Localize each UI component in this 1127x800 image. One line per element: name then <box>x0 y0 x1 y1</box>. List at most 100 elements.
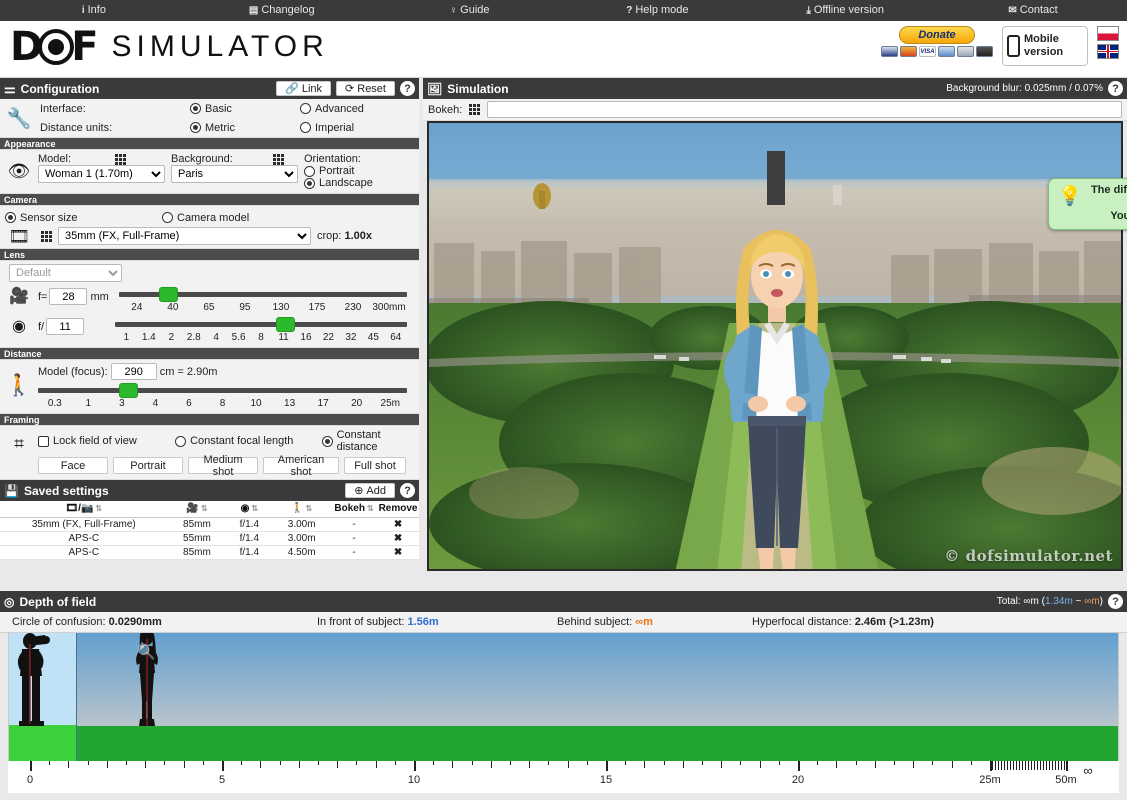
add-setting-button[interactable]: ⊕Add <box>345 483 395 498</box>
radio-imperial[interactable] <box>300 122 311 133</box>
orientation-option-portrait[interactable]: Portrait <box>304 165 373 177</box>
link-button[interactable]: 🔗Link <box>276 81 331 96</box>
card-mastercard-icon <box>900 46 917 57</box>
lock-fov-option[interactable]: Lock field of view <box>38 435 175 447</box>
radio-basic[interactable] <box>190 103 201 114</box>
simulation-help-button[interactable]: ? <box>1108 81 1123 96</box>
dof-help-button[interactable]: ? <box>1108 594 1123 609</box>
radio-metric[interactable] <box>190 122 201 133</box>
mobile-version-button[interactable]: Mobile version <box>1002 26 1088 66</box>
radio-landscape[interactable] <box>304 178 315 189</box>
total-far: ∞m <box>1084 596 1099 607</box>
card-discover-icon <box>938 46 955 57</box>
model-select[interactable]: Woman 1 (1.70m) <box>38 165 165 183</box>
orientation-option-landscape[interactable]: Landscape <box>304 177 373 189</box>
lens-preset-select[interactable]: Default <box>9 264 122 282</box>
focal-input[interactable] <box>49 288 87 305</box>
column-aperture[interactable]: ◉⇅ <box>226 501 272 517</box>
target-icon: ◎ <box>4 595 14 609</box>
flag-uk-icon[interactable] <box>1097 44 1119 59</box>
table-row[interactable]: 35mm (FX, Full-Frame) 85mm f/1.4 3.00m -… <box>0 517 419 531</box>
interface-label: Interface: <box>40 103 190 115</box>
sensor-grid-icon[interactable] <box>41 231 52 242</box>
ruler-tick-minor <box>971 761 972 765</box>
radio-sensor-size[interactable] <box>5 212 16 223</box>
distance-slider[interactable] <box>38 383 407 397</box>
background-grid-icon[interactable] <box>273 154 284 165</box>
configuration-help-button[interactable]: ? <box>400 81 415 96</box>
dof-visualization[interactable]: 🔍 <box>8 633 1119 761</box>
bokeh-grid-icon[interactable] <box>469 104 480 115</box>
aperture-slider-knob[interactable] <box>276 317 295 332</box>
distance-body: 🚶 Model (focus): cm = 2.90m 0.3 1 3 4 6 <box>0 360 419 414</box>
ruler-tick-minor <box>1025 761 1026 770</box>
logo-dof-text: DF <box>10 25 98 69</box>
column-bokeh[interactable]: Bokeh⇅ <box>331 501 377 517</box>
remove-row-button[interactable]: ✖ <box>377 517 419 531</box>
units-option-metric[interactable]: Metric <box>190 122 300 134</box>
framing-option-constant-focal[interactable]: Constant focal length <box>175 435 322 447</box>
remove-row-button[interactable]: ✖ <box>377 545 419 559</box>
tick: 45 <box>362 332 384 343</box>
donate-group: Donate VISA <box>881 26 993 57</box>
reset-button[interactable]: ⟳Reset <box>336 81 395 96</box>
background-select[interactable]: Paris <box>171 165 298 183</box>
sort-icon: ⇅ <box>251 504 258 513</box>
bokeh-input[interactable] <box>487 101 1122 118</box>
flag-poland-icon[interactable] <box>1097 26 1119 41</box>
site-logo[interactable]: DF SIMULATOR <box>10 25 329 69</box>
nav-item-info[interactable]: iInfo <box>0 0 188 21</box>
framing-button-medium-shot[interactable]: Medium shot <box>188 457 258 474</box>
sensor-select[interactable]: 35mm (FX, Full-Frame) <box>58 227 311 245</box>
aperture-slider[interactable] <box>115 317 407 331</box>
saved-settings-help-button[interactable]: ? <box>400 483 415 498</box>
camera-option-camera-model[interactable]: Camera model <box>162 212 249 224</box>
column-focal[interactable]: 🎥⇅ <box>168 501 227 517</box>
framing-button-portrait[interactable]: Portrait <box>113 457 183 474</box>
column-sensor[interactable]: 🎞/📷⇅ <box>0 501 168 517</box>
nav-item-guide[interactable]: ♀Guide <box>376 0 564 21</box>
framing-button-full-shot[interactable]: Full shot <box>344 457 406 474</box>
radio-constant-distance[interactable] <box>322 436 333 447</box>
radio-portrait[interactable] <box>304 166 315 177</box>
framing-button-american-shot[interactable]: American shot <box>263 457 339 474</box>
model-grid-icon[interactable] <box>115 154 126 165</box>
radio-advanced[interactable] <box>300 103 311 114</box>
radio-constant-focal[interactable] <box>175 436 186 447</box>
nav-item-contact[interactable]: ✉Contact <box>939 0 1127 21</box>
ruler-tick-minor <box>452 761 453 768</box>
behind-label: Behind subject: <box>557 616 632 628</box>
ruler-label: 15 <box>600 774 612 786</box>
total-label: Total: <box>997 596 1021 607</box>
interface-option-advanced[interactable]: Advanced <box>300 103 364 115</box>
remove-row-button[interactable]: ✖ <box>377 531 419 545</box>
camera-body: Sensor size Camera model 🎞 35mm (FX, Ful… <box>0 206 419 249</box>
distance-slider-knob[interactable] <box>119 383 138 398</box>
table-row[interactable]: APS-C 55mm f/1.4 3.00m - ✖ <box>0 531 419 545</box>
focal-slider[interactable] <box>119 287 407 301</box>
framing-button-face[interactable]: Face <box>38 457 108 474</box>
focus-input[interactable] <box>111 363 157 380</box>
tick: 25m <box>373 398 407 409</box>
framing-option-constant-distance[interactable]: Constant distance <box>322 429 419 453</box>
hyperfocal-readout: Hyperfocal distance: 2.46m (>1.23m) <box>740 616 934 628</box>
simulation-image[interactable]: © dofsimulator.net <box>427 121 1123 571</box>
radio-camera-model[interactable] <box>162 212 173 223</box>
donate-button[interactable]: Donate <box>899 26 975 44</box>
column-distance[interactable]: 🚶⇅ <box>272 501 331 517</box>
nav-item-changelog[interactable]: ▤Changelog <box>188 0 376 21</box>
ruler-tick-minor <box>856 761 857 765</box>
aperture-input[interactable] <box>46 318 84 335</box>
camera-option-sensor-size[interactable]: Sensor size <box>5 212 162 224</box>
orientation-label: Orientation: <box>304 153 373 165</box>
nav-item-offline-version[interactable]: ⤓Offline version <box>751 0 939 21</box>
table-row[interactable]: APS-C 85mm f/1.4 4.50m - ✖ <box>0 545 419 559</box>
magnifier-plus-icon[interactable]: 🔍 <box>137 643 156 661</box>
focal-slider-knob[interactable] <box>159 287 178 302</box>
units-option-imperial[interactable]: Imperial <box>300 122 354 134</box>
nav-item-help-mode[interactable]: ?Help mode <box>563 0 751 21</box>
lens-body: Default 🎥 f= mm 24 40 65 95 130 175 <box>0 261 419 348</box>
simulation-title: Simulation <box>447 82 941 96</box>
interface-option-basic[interactable]: Basic <box>190 103 300 115</box>
checkbox-lock-fov[interactable] <box>38 436 49 447</box>
